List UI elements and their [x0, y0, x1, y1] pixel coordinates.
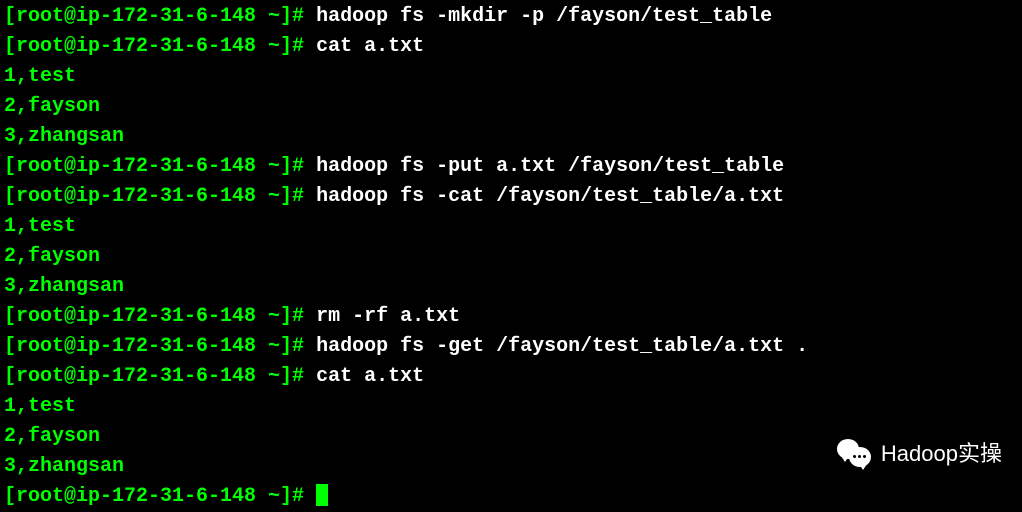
terminal-line: [root@ip-172-31-6-148 ~]# cat a.txt [4, 32, 1018, 62]
terminal-line: 1,test [4, 212, 1018, 242]
shell-prompt: [root@ip-172-31-6-148 ~]# [4, 365, 316, 388]
terminal-line: 2,fayson [4, 92, 1018, 122]
shell-command: hadoop fs -put a.txt /fayson/test_table [316, 155, 784, 178]
command-output: 3,zhangsan [4, 275, 124, 298]
watermark-text: Hadoop实操 [881, 437, 1002, 470]
command-output: 3,zhangsan [4, 125, 124, 148]
command-output: 1,test [4, 215, 76, 238]
shell-command: hadoop fs -get /fayson/test_table/a.txt … [316, 335, 808, 358]
shell-command: rm -rf a.txt [316, 305, 460, 328]
terminal-cursor[interactable] [316, 484, 328, 506]
terminal-line: [root@ip-172-31-6-148 ~]# hadoop fs -cat… [4, 182, 1018, 212]
shell-command: cat a.txt [316, 365, 424, 388]
command-output: 2,fayson [4, 95, 100, 118]
command-output: 2,fayson [4, 425, 100, 448]
terminal-line: 1,test [4, 62, 1018, 92]
terminal-line: 1,test [4, 392, 1018, 422]
terminal-line: 3,zhangsan [4, 272, 1018, 302]
shell-prompt: [root@ip-172-31-6-148 ~]# [4, 485, 316, 508]
command-output: 1,test [4, 395, 76, 418]
watermark: Hadoop实操 [837, 437, 1002, 470]
shell-prompt: [root@ip-172-31-6-148 ~]# [4, 155, 316, 178]
shell-command: hadoop fs -mkdir -p /fayson/test_table [316, 5, 772, 28]
terminal-output[interactable]: [root@ip-172-31-6-148 ~]# hadoop fs -mkd… [4, 2, 1018, 512]
shell-prompt: [root@ip-172-31-6-148 ~]# [4, 5, 316, 28]
terminal-line: [root@ip-172-31-6-148 ~]# rm -rf a.txt [4, 302, 1018, 332]
terminal-line: 2,fayson [4, 242, 1018, 272]
shell-prompt: [root@ip-172-31-6-148 ~]# [4, 335, 316, 358]
terminal-line: [root@ip-172-31-6-148 ~]# cat a.txt [4, 362, 1018, 392]
command-output: 2,fayson [4, 245, 100, 268]
wechat-icon [837, 439, 873, 469]
terminal-line: [root@ip-172-31-6-148 ~]# hadoop fs -mkd… [4, 2, 1018, 32]
command-output: 1,test [4, 65, 76, 88]
shell-prompt: [root@ip-172-31-6-148 ~]# [4, 185, 316, 208]
shell-prompt: [root@ip-172-31-6-148 ~]# [4, 305, 316, 328]
terminal-line: [root@ip-172-31-6-148 ~]# hadoop fs -put… [4, 152, 1018, 182]
shell-command: hadoop fs -cat /fayson/test_table/a.txt [316, 185, 784, 208]
terminal-line: 3,zhangsan [4, 122, 1018, 152]
shell-prompt: [root@ip-172-31-6-148 ~]# [4, 35, 316, 58]
shell-command: cat a.txt [316, 35, 424, 58]
command-output: 3,zhangsan [4, 455, 124, 478]
terminal-line: [root@ip-172-31-6-148 ~]# hadoop fs -get… [4, 332, 1018, 362]
